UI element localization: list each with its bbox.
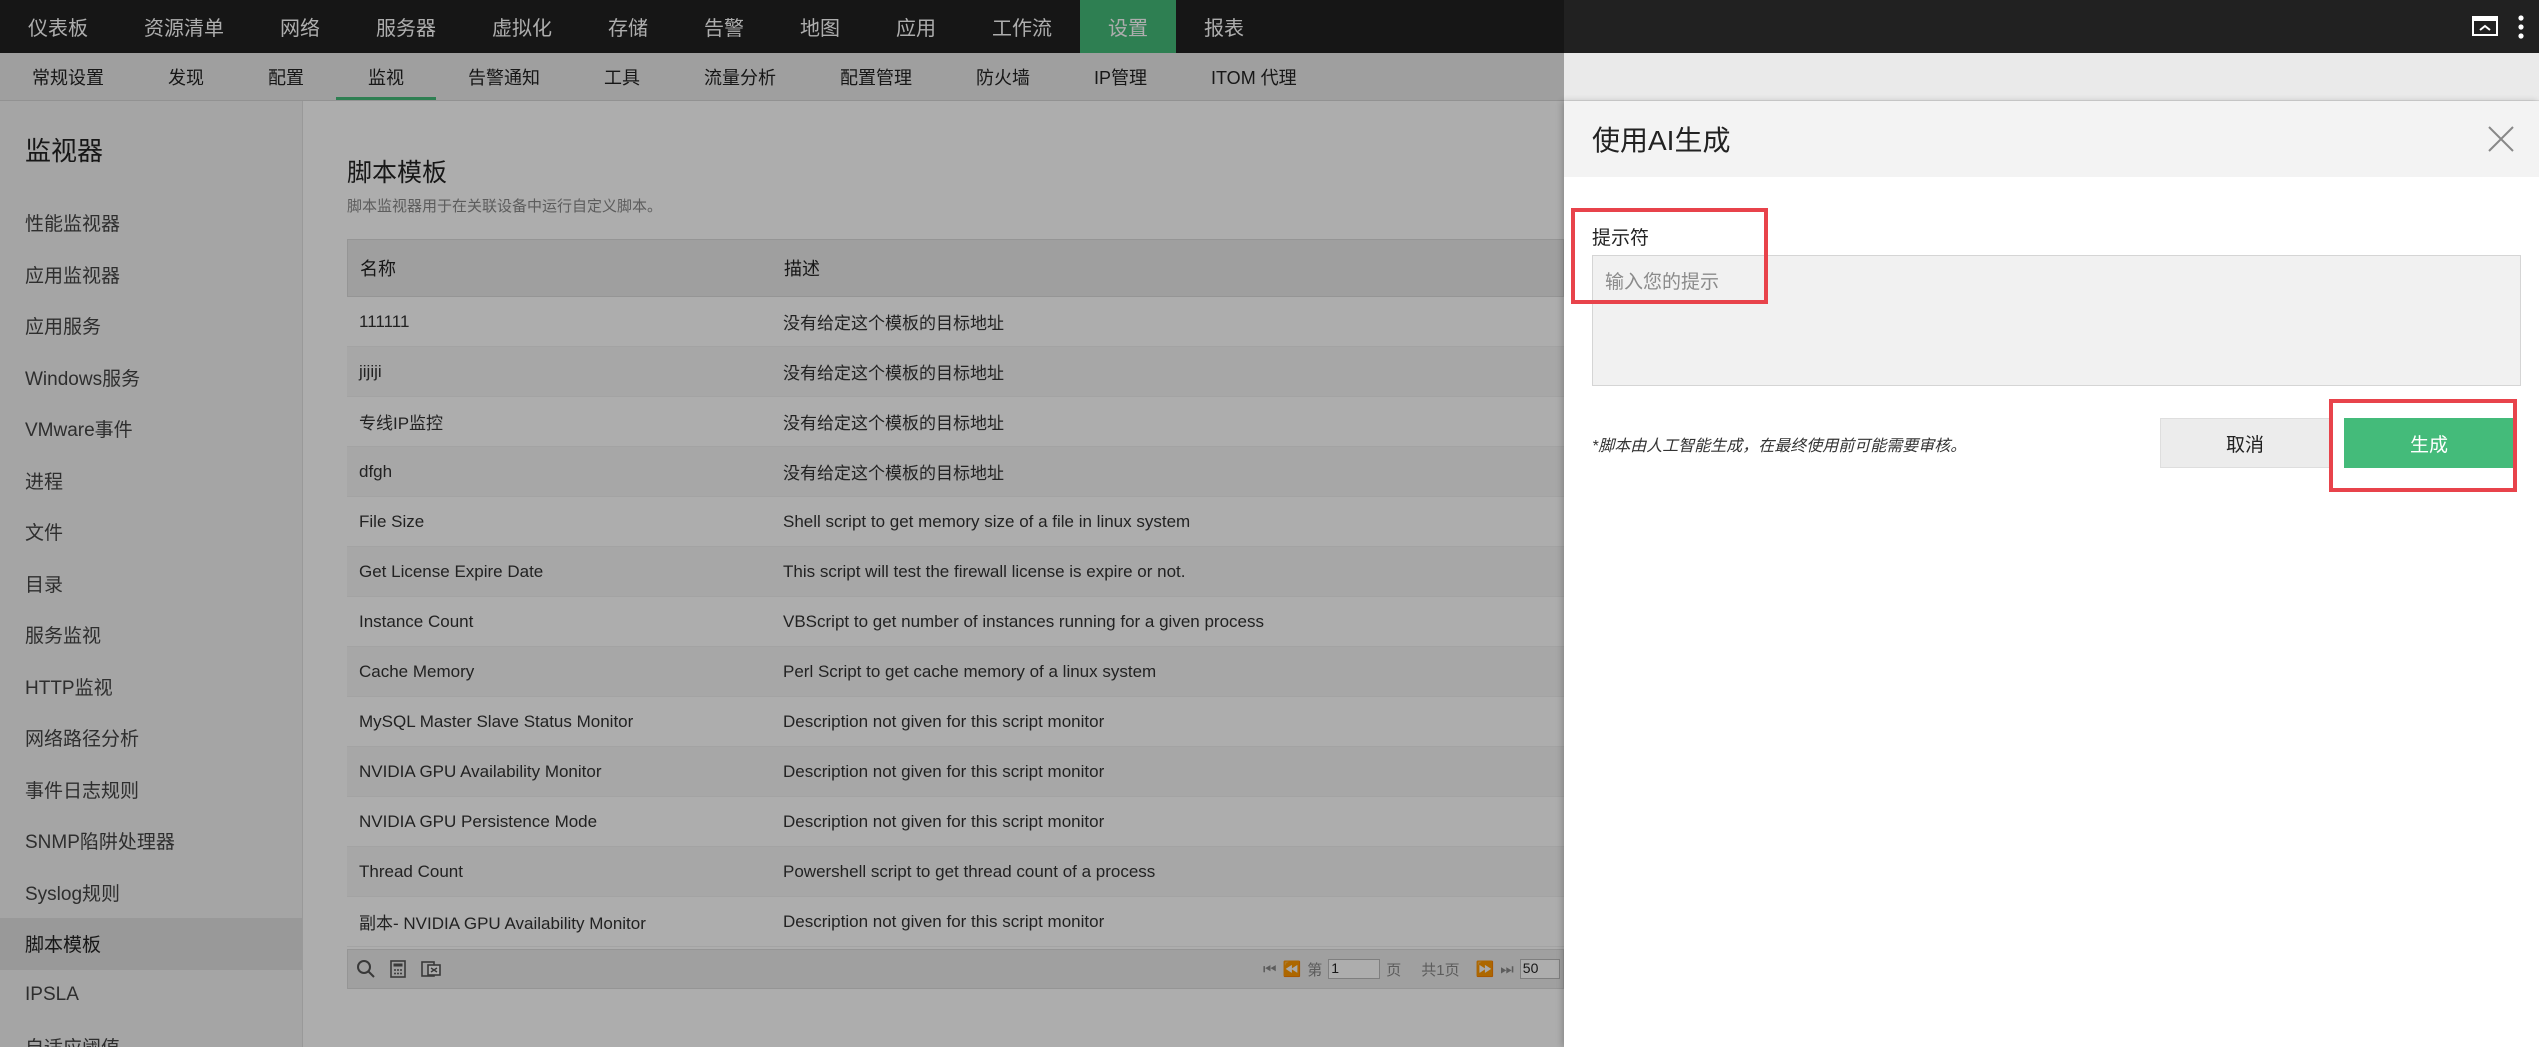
panel-header: 使用AI生成 bbox=[1564, 101, 2539, 177]
prompt-label: 提示符 bbox=[1592, 228, 1650, 249]
cancel-button[interactable]: 取消 bbox=[2160, 418, 2330, 468]
more-vertical-icon[interactable] bbox=[2517, 14, 2525, 40]
monitor-icon[interactable] bbox=[2471, 15, 2499, 39]
prompt-input[interactable] bbox=[1592, 255, 2521, 386]
modal-backdrop[interactable] bbox=[0, 101, 1564, 1047]
panel-title: 使用AI生成 bbox=[1592, 125, 1731, 156]
ai-disclaimer: *脚本由人工智能生成，在最终使用前可能需要审核。 bbox=[1592, 438, 1967, 455]
close-icon[interactable] bbox=[2485, 123, 2517, 155]
ai-generate-panel: 使用AI生成 提示符 *脚本由人工智能生成，在最终使用前可能需要审核。 取消 生… bbox=[1564, 101, 2539, 1047]
generate-button[interactable]: 生成 bbox=[2344, 418, 2514, 468]
topnav-right-tools bbox=[2471, 0, 2539, 53]
modal-backdrop-top bbox=[0, 0, 1564, 101]
